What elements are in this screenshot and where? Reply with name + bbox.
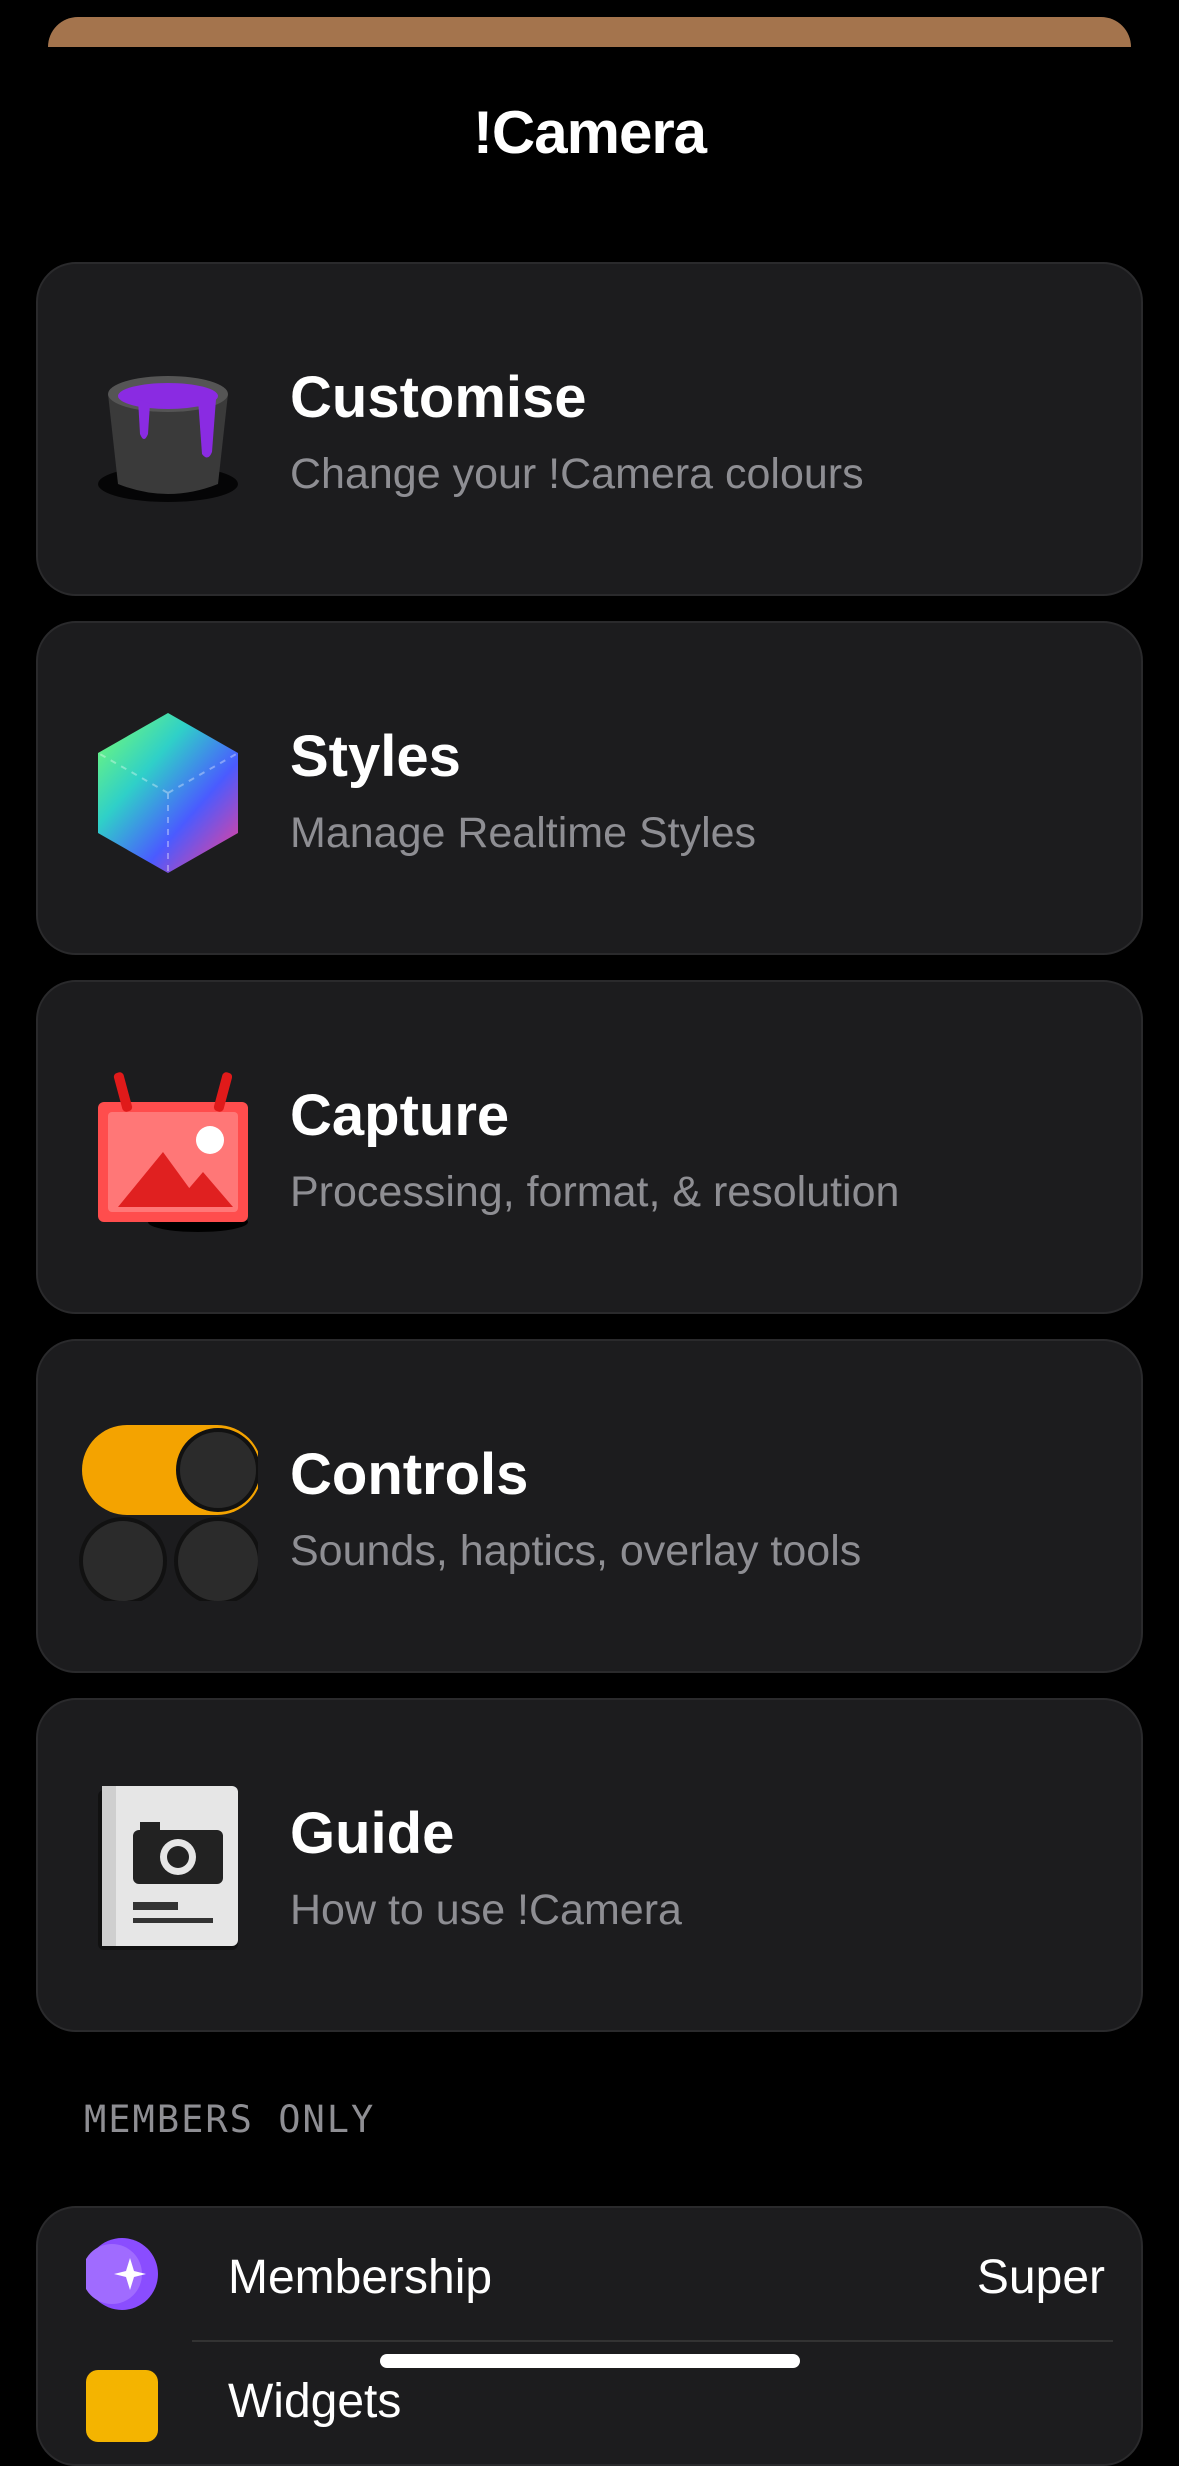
toggle-controls-icon — [79, 1425, 258, 1601]
customise-label: Customise — [290, 365, 587, 430]
row-divider — [192, 2340, 1113, 2342]
capture-label: Capture — [290, 1083, 510, 1148]
members-only-header: MEMBERS ONLY — [84, 2098, 376, 2141]
guide-book-icon — [98, 1786, 238, 1950]
membership-value: Super — [976, 2251, 1105, 2304]
members-list: Membership Super Widgets — [36, 2206, 1143, 2466]
photo-frame-icon — [98, 1072, 248, 1232]
styles-subtitle: Manage Realtime Styles — [290, 809, 757, 857]
home-indicator[interactable] — [380, 2354, 800, 2368]
widgets-icon — [86, 2370, 158, 2442]
page-title: !Camera — [472, 99, 707, 166]
membership-star-icon — [86, 2238, 158, 2310]
paint-bucket-icon — [98, 376, 238, 502]
membership-label: Membership — [228, 2251, 493, 2304]
customise-subtitle: Change your !Camera colours — [290, 450, 864, 498]
guide-card[interactable]: Guide How to use !Camera — [36, 1698, 1143, 2032]
guide-subtitle: How to use !Camera — [290, 1886, 682, 1934]
widgets-label: Widgets — [228, 2375, 402, 2428]
controls-subtitle: Sounds, haptics, overlay tools — [290, 1527, 862, 1575]
styles-card[interactable]: Styles Manage Realtime Styles — [36, 621, 1143, 955]
top-sheet-edge — [48, 17, 1131, 47]
styles-label: Styles — [290, 724, 461, 789]
capture-card[interactable]: Capture Processing, format, & resolution — [36, 980, 1143, 1314]
controls-card[interactable]: Controls Sounds, haptics, overlay tools — [36, 1339, 1143, 1673]
guide-label: Guide — [290, 1801, 455, 1866]
controls-label: Controls — [290, 1442, 529, 1507]
color-cube-icon — [97, 713, 239, 873]
customise-card[interactable]: Customise Change your !Camera colours — [36, 262, 1143, 596]
capture-subtitle: Processing, format, & resolution — [290, 1168, 900, 1216]
